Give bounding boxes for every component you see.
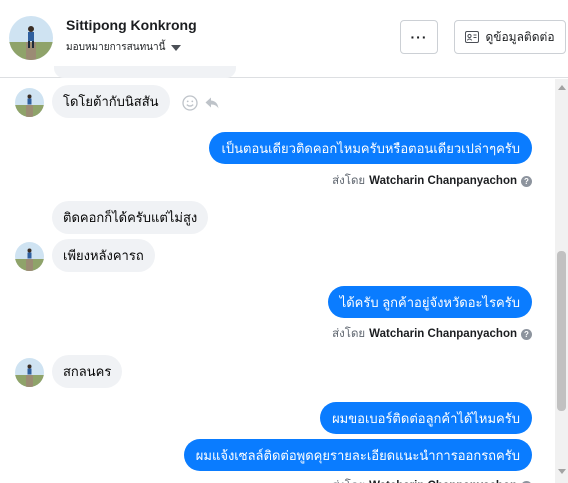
outgoing-message[interactable]: ได้ครับ ลูกค้าอยู่จังหวัดอะไรครับ [327,286,532,318]
incoming-message[interactable]: โดโยต้ากับนิสสัน [52,85,170,118]
scroll-thumb[interactable] [557,251,566,411]
message-text: เป็นตอนเดียวติดคอกไหมครับหรือตอนเดียวเปล… [221,140,520,156]
reply-icon[interactable] [204,95,220,111]
sent-by-prefix: ส่งโดย [332,328,366,340]
message-text: สกลนคร [63,364,112,379]
contact-avatar-small[interactable] [15,88,44,117]
clipped-message-bubble [54,66,236,78]
sent-by-label: ส่งโดย Watcharin Chanpanyachon ? [332,477,532,483]
contact-avatar[interactable] [9,16,53,60]
message-text: ได้ครับ ลูกค้าอยู่จังหวัดอะไรครับ [339,294,520,310]
outgoing-message[interactable]: ผมแจ้งเซลล์ติดต่อพูดคุยรายละเอียดแนะนำกา… [183,439,532,471]
sent-by-prefix: ส่งโดย [332,175,366,187]
sent-by-agent[interactable]: Watcharin Chanpanyachon [369,328,517,340]
contact-name[interactable]: Sittipong Konkrong [66,17,197,33]
message-text: โดโยต้ากับนิสสัน [63,94,159,109]
view-info-label: ดูข้อมูลติดต่อ [485,29,555,44]
incoming-message[interactable]: เพียงหลังคารถ [52,239,155,272]
message-scrollbar[interactable] [555,79,568,483]
incoming-message[interactable]: ติดคอกก็ได้ครับแต่ไม่สูง [52,201,209,234]
message-text: ผมแจ้งเซลล์ติดต่อพูดคุยรายละเอียดแนะนำกา… [195,447,520,463]
caret-down-icon [171,44,182,51]
scroll-up-arrow-icon[interactable] [558,85,566,90]
incoming-message[interactable]: สกลนคร [52,355,123,388]
more-label: ··· [410,29,428,45]
message-text: ติดคอกก็ได้ครับแต่ไม่สูง [63,210,198,225]
assign-label: มอบหมายการสนทนานี้ [66,42,166,53]
sent-by-prefix: ส่งโดย [332,477,365,483]
sent-by-agent[interactable]: Watcharin Chanpanyachon [369,175,517,187]
help-icon[interactable]: ? [521,175,532,187]
outgoing-message[interactable]: ผมขอเบอร์ติดต่อลูกค้าได้ไหมครับ [320,402,532,434]
contact-card-icon [465,31,480,43]
scroll-down-arrow-icon[interactable] [558,469,566,474]
outgoing-message[interactable]: เป็นตอนเดียวติดคอกไหมครับหรือตอนเดียวเปล… [209,132,532,164]
help-icon[interactable]: ? [521,328,532,340]
contact-avatar-small[interactable] [15,358,44,387]
contact-avatar-small[interactable] [15,242,44,271]
view-contact-info-button[interactable]: ดูข้อมูลติดต่อ [454,20,566,54]
assign-conversation-dropdown[interactable]: มอบหมายการสนทนานี้ [66,40,182,55]
more-options-button[interactable]: ··· [400,20,438,54]
sent-by-label: ส่งโดย Watcharin Chanpanyachon ? [332,172,532,190]
message-text: เพียงหลังคารถ [63,248,144,263]
sent-by-label: ส่งโดย Watcharin Chanpanyachon ? [332,325,532,343]
message-actions [182,95,220,111]
smiley-icon[interactable] [182,95,198,111]
message-text: ผมขอเบอร์ติดต่อลูกค้าได้ไหมครับ [332,410,520,426]
